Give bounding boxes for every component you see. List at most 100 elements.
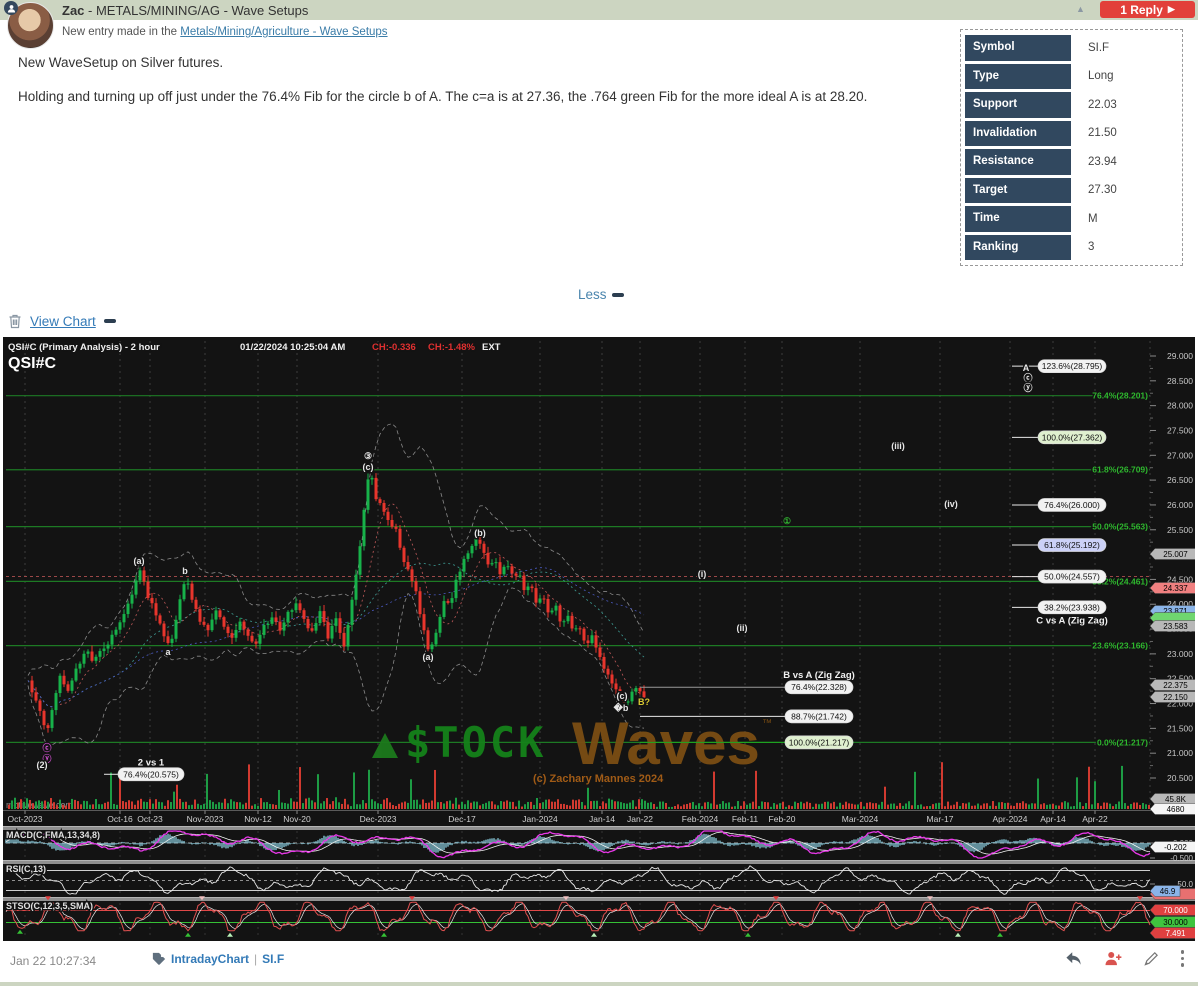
axis-badge-label: 7.491 bbox=[1165, 929, 1186, 938]
axis-badge-label: 25.007 bbox=[1163, 550, 1188, 559]
fib-pill-label: 76.4%(22.328) bbox=[791, 682, 847, 692]
axis-badge-label: -0.202 bbox=[1164, 843, 1187, 852]
trash-icon[interactable] bbox=[8, 313, 22, 329]
chart-svg[interactable]: 29.000 28.500 28.000 27.500 27.000 26.500 26.0… bbox=[3, 337, 1197, 941]
setup-value: SI.F bbox=[1088, 41, 1110, 54]
green-fib-label: 0.0%(21.217) bbox=[1097, 737, 1148, 747]
edit-pencil-icon[interactable] bbox=[1143, 951, 1159, 966]
axis-badge-label: 45.8K bbox=[1165, 795, 1187, 804]
setup-row-invalidation: Invalidation 21.50 bbox=[965, 120, 1180, 146]
date-tick-label: Apr-14 bbox=[1040, 814, 1066, 824]
wave-label: (a) bbox=[134, 556, 145, 566]
cvsa-title: C vs A (Zig Zag) bbox=[1036, 615, 1108, 626]
green-fib-label: 76.4%(28.201) bbox=[1092, 391, 1148, 401]
date-tick-label: Oct-16 bbox=[107, 814, 133, 824]
wave-label: (2) bbox=[37, 760, 48, 770]
wave-label: (i) bbox=[698, 569, 707, 579]
fib-pill-label: 123.6%(28.795) bbox=[1042, 361, 1103, 371]
setup-label: Symbol bbox=[965, 35, 1071, 61]
view-chart-row: View Chart bbox=[8, 313, 116, 329]
room-link[interactable]: Metals/Mining/Agriculture - Wave Setups bbox=[180, 26, 387, 38]
setup-value: 21.50 bbox=[1088, 127, 1117, 140]
price-tick-label: 21.000 bbox=[1167, 748, 1193, 758]
wave-label: (b) bbox=[474, 528, 486, 538]
setup-value: 3 bbox=[1088, 241, 1095, 254]
chart-instrument-label: QSI#C (Primary Analysis) - 2 hour bbox=[8, 342, 160, 353]
axis-badge-label: 22.375 bbox=[1163, 681, 1188, 690]
setup-label: Target bbox=[965, 177, 1071, 203]
page-bottom-strip bbox=[0, 982, 1198, 986]
date-tick-label: Nov-2023 bbox=[187, 814, 224, 824]
setup-label: Type bbox=[965, 63, 1071, 89]
macd-tick: -0.500 bbox=[1170, 854, 1193, 863]
setup-value: 23.94 bbox=[1088, 155, 1117, 168]
wave-label: ⓒ bbox=[1023, 372, 1032, 383]
date-tick-label: Apr-2024 bbox=[993, 814, 1028, 824]
reply-icon[interactable] bbox=[1065, 951, 1082, 966]
post-timestamp: Jan 22 10:27:34 bbox=[10, 954, 97, 968]
rsi-label: RSI(C,13) bbox=[6, 864, 46, 874]
chart-collapse-minus-icon[interactable] bbox=[103, 319, 116, 323]
less-toggle[interactable]: Less bbox=[578, 287, 624, 302]
chart-canvas[interactable]: 29.000 28.500 28.000 27.500 27.000 26.500 26.0… bbox=[3, 337, 1197, 941]
chart-session-label: EXT bbox=[482, 342, 501, 353]
tag-sif[interactable]: SI.F bbox=[262, 952, 284, 966]
post-title: Zac - METALS/MINING/AG - Wave Setups bbox=[62, 3, 308, 18]
price-tick-label: 28.000 bbox=[1167, 401, 1193, 411]
setup-value: Long bbox=[1088, 70, 1114, 83]
date-tick-label: Jan-2024 bbox=[522, 814, 558, 824]
stso-label: STSO(C,12,3,5,SMA) bbox=[6, 901, 93, 911]
macd-label: MACD(C,FMA,13,34,8) bbox=[6, 830, 100, 840]
view-chart-link[interactable]: View Chart bbox=[30, 314, 96, 329]
fib-pill-label: 100.0%(21.217) bbox=[789, 737, 850, 747]
axis-badge-label: 30.000 bbox=[1163, 918, 1188, 927]
price-tick-label: 23.000 bbox=[1167, 649, 1193, 659]
fib-pill-label: 88.7%(21.742) bbox=[791, 711, 847, 721]
setup-value: 27.30 bbox=[1088, 184, 1117, 197]
setup-row-symbol: Symbol SI.F bbox=[965, 35, 1180, 61]
collapse-minus-icon bbox=[611, 292, 624, 297]
watermark-waves-text: Waves bbox=[572, 710, 760, 777]
axis-badge-label: 24.337 bbox=[1163, 584, 1188, 593]
chart-change-pct: CH:-1.48% bbox=[428, 342, 476, 353]
price-tick-label: 26.500 bbox=[1167, 475, 1193, 485]
wave-label: ① bbox=[783, 516, 791, 526]
price-tick-label: 28.500 bbox=[1167, 376, 1193, 386]
pane-separator bbox=[3, 897, 1195, 901]
more-options-icon[interactable] bbox=[1180, 950, 1184, 967]
post-title-rest: - METALS/MINING/AG - Wave Setups bbox=[84, 3, 309, 18]
price-tick-label: 25.500 bbox=[1167, 525, 1193, 535]
wave-label: (iv) bbox=[944, 499, 958, 509]
date-tick-label: Jan-14 bbox=[589, 814, 615, 824]
date-tick-label: Feb-20 bbox=[769, 814, 796, 824]
chart-change-abs: CH:-0.336 bbox=[372, 342, 416, 353]
watermark-stock-text: $TOCK bbox=[405, 718, 546, 767]
wave-label: (c) bbox=[363, 462, 374, 472]
chart-symbol-big: QSI#C bbox=[8, 355, 56, 372]
setup-row-type: Type Long bbox=[965, 63, 1180, 89]
post-body-line1: New WaveSetup on Silver futures. bbox=[18, 55, 224, 70]
setup-label: Time bbox=[965, 206, 1071, 232]
tag-intradaychart[interactable]: IntradayChart bbox=[171, 952, 249, 966]
axis-badge-label: 70.000 bbox=[1163, 906, 1188, 915]
date-tick-label: Nov-12 bbox=[244, 814, 272, 824]
setup-row-support: Support 22.03 bbox=[965, 92, 1180, 118]
wave-label: (iii) bbox=[891, 441, 905, 451]
avatar[interactable] bbox=[4, 1, 54, 49]
collapse-caret-icon[interactable]: ▲ bbox=[1076, 4, 1085, 14]
date-tick-label: Oct-23 bbox=[137, 814, 163, 824]
fib-pill-label: 61.8%(25.192) bbox=[1044, 540, 1100, 550]
setup-value: M bbox=[1088, 212, 1098, 225]
reply-button[interactable]: 1 Reply ▶ bbox=[1100, 1, 1195, 18]
date-tick-label: Dec-17 bbox=[448, 814, 476, 824]
date-tick-label: Dec-2023 bbox=[360, 814, 397, 824]
date-tick-label: Feb-11 bbox=[732, 814, 759, 824]
post-tags: IntradayChart | SI.F bbox=[152, 952, 284, 966]
axis-badge-label: 46.9 bbox=[1160, 887, 1176, 896]
wave-label: �b bbox=[613, 702, 629, 713]
reply-arrow-icon: ▶ bbox=[1167, 4, 1175, 14]
less-label: Less bbox=[578, 287, 607, 302]
add-user-icon[interactable] bbox=[1104, 951, 1122, 966]
wave-label: A bbox=[1023, 363, 1030, 373]
date-tick-label: Nov-20 bbox=[283, 814, 311, 824]
